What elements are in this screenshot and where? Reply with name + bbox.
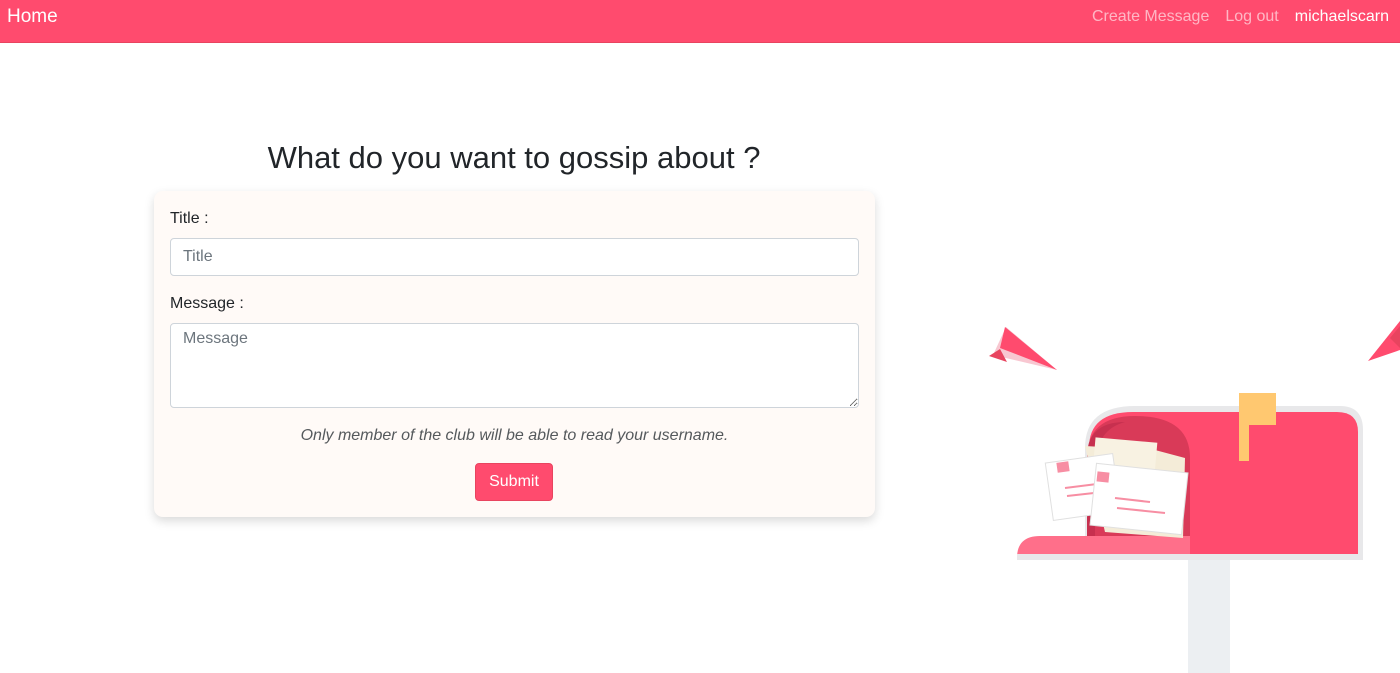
username-link[interactable]: michaelscarn <box>1295 8 1389 26</box>
page-title: What do you want to gossip about ? <box>267 140 761 175</box>
nav-links: Create Message Log out michaelscarn <box>1092 8 1389 26</box>
title-input[interactable] <box>170 238 859 276</box>
paper-plane-icon <box>989 327 1057 370</box>
mailbox-post <box>1188 548 1230 673</box>
paper-plane-icon <box>1368 321 1400 361</box>
mailbox-illustration <box>989 321 1400 673</box>
submit-button[interactable]: Submit <box>475 463 553 501</box>
top-navbar: Home Create Message Log out michaelscarn <box>0 0 1400 43</box>
title-label: Title : <box>170 210 209 227</box>
create-message-form: Title : Message : Only member of the clu… <box>154 191 875 517</box>
message-label: Message : <box>170 295 244 312</box>
privacy-note: Only member of the club will be able to … <box>300 427 729 444</box>
home-link[interactable]: Home <box>7 6 58 28</box>
create-message-link[interactable]: Create Message <box>1092 8 1209 26</box>
log-out-link[interactable]: Log out <box>1225 8 1278 26</box>
message-textarea[interactable] <box>170 323 859 408</box>
